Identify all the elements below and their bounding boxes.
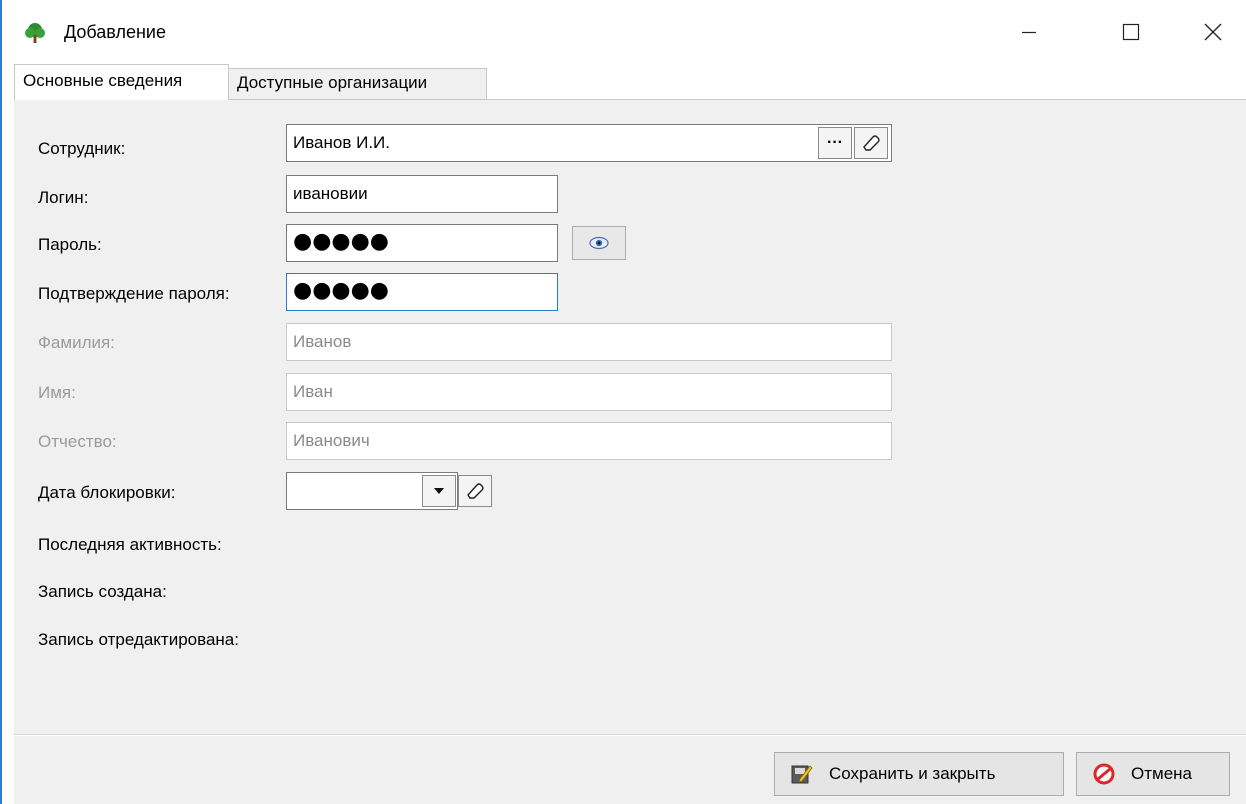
employee-browse-button[interactable]: ··· [818,127,852,159]
middle-name-label: Отчество: [38,432,117,451]
block-date-label: Дата блокировки: [38,483,176,502]
tree-icon [25,23,45,43]
tab-organizations[interactable]: Доступные организации [229,68,487,100]
password-field[interactable]: ●●●●● [286,224,558,262]
last-name-label: Фамилия: [38,333,115,352]
middle-name-value: Иванович [293,431,370,450]
save-and-close-label: Сохранить и закрыть [829,764,996,783]
footer-divider [14,734,1246,735]
cancel-button[interactable]: Отмена [1076,752,1230,796]
minimize-icon [1022,31,1036,34]
middle-name-field: Иванович [286,422,892,460]
last-name-field: Иванов [286,323,892,361]
employee-field[interactable]: Иванов И.И. [286,124,892,162]
employee-label: Сотрудник: [38,139,126,158]
password-label: Пароль: [38,235,102,254]
password-confirm-field[interactable]: ●●●●● [286,273,558,311]
eye-icon [589,236,609,250]
title-bar: Добавление [2,0,1246,66]
block-date-clear-button[interactable] [458,475,492,507]
block-date-dropdown-button[interactable] [422,475,456,507]
close-button[interactable] [1190,12,1236,52]
cancel-label: Отмена [1131,764,1192,783]
tab-general[interactable]: Основные сведения [14,64,229,100]
save-edit-icon [791,765,813,784]
login-label: Логин: [38,188,89,207]
minimize-button[interactable] [1006,12,1052,52]
first-name-field: Иван [286,373,892,411]
last-activity-label: Последняя активность: [38,535,222,554]
show-password-button[interactable] [572,226,626,260]
password-value: ●●●●● [293,229,389,254]
password-confirm-label: Подтверждение пароля: [38,284,230,303]
first-name-value: Иван [293,382,333,401]
dialog-window: Добавление Основные сведения Доступные о… [0,0,1246,804]
edited-label: Запись отредактирована: [38,630,239,649]
eraser-icon [863,135,880,151]
chevron-down-icon [434,488,444,494]
password-confirm-value: ●●●●● [293,278,389,303]
last-name-value: Иванов [293,332,352,351]
login-field[interactable]: ивановии [286,175,558,213]
eraser-icon [467,483,484,499]
employee-value: Иванов И.И. [293,133,390,152]
created-label: Запись создана: [38,582,167,601]
save-and-close-button[interactable]: Сохранить и закрыть [774,752,1064,796]
cancel-icon [1093,763,1115,785]
ellipsis-icon: ··· [827,134,843,151]
window-title: Добавление [64,22,166,42]
maximize-button[interactable] [1108,12,1154,52]
login-value: ивановии [293,184,368,203]
maximize-icon [1122,23,1140,41]
employee-clear-button[interactable] [854,127,888,159]
first-name-label: Имя: [38,383,76,402]
close-icon [1204,23,1222,41]
